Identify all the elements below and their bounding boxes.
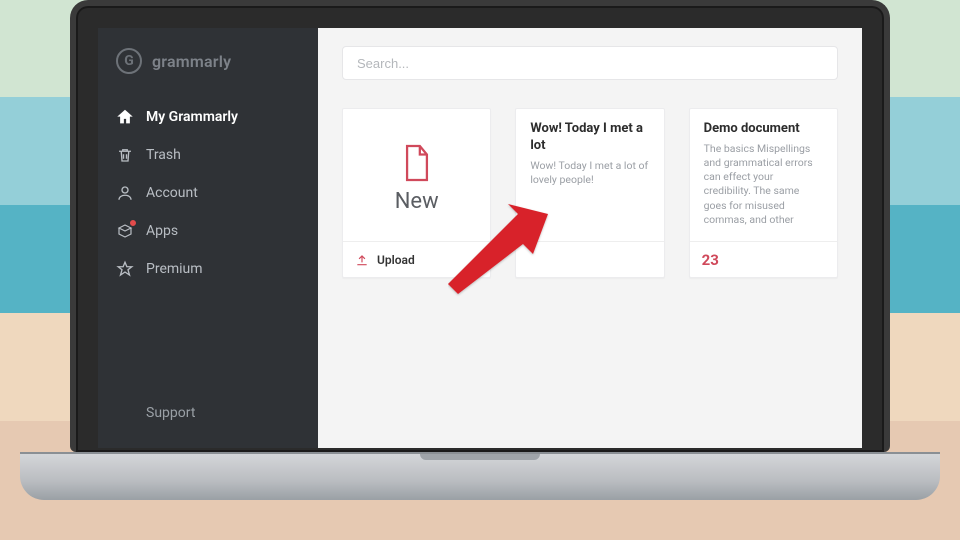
apps-icon bbox=[116, 222, 134, 240]
notification-badge bbox=[129, 219, 137, 227]
upload-label: Upload bbox=[377, 253, 415, 267]
sidebar-item-support[interactable]: Support bbox=[98, 390, 318, 436]
sidebar-item-label: Apps bbox=[146, 223, 178, 239]
trash-icon bbox=[116, 146, 134, 164]
sidebar-item-label: My Grammarly bbox=[146, 109, 238, 125]
main-area: New Upload bbox=[318, 28, 862, 448]
sidebar-item-trash[interactable]: Trash bbox=[98, 136, 318, 174]
document-snippet: Wow! Today I met a lot of lovely people! bbox=[530, 159, 649, 187]
sidebar-item-premium[interactable]: Premium bbox=[98, 250, 318, 288]
new-card-body: New bbox=[343, 109, 490, 241]
sidebar-item-label: Premium bbox=[146, 261, 203, 277]
document-cards: New Upload bbox=[342, 108, 838, 278]
laptop-bezel: G grammarly My Grammarly Trash bbox=[70, 0, 890, 452]
new-document-card[interactable]: New Upload bbox=[342, 108, 491, 278]
new-document-icon bbox=[400, 143, 434, 183]
laptop-frame: G grammarly My Grammarly Trash bbox=[70, 0, 890, 500]
document-card[interactable]: Wow! Today I met a lot Wow! Today I met … bbox=[515, 108, 664, 278]
sidebar-nav: My Grammarly Trash Account bbox=[98, 98, 318, 288]
brand: G grammarly bbox=[98, 48, 318, 98]
sidebar-item-account[interactable]: Account bbox=[98, 174, 318, 212]
document-footer bbox=[516, 241, 663, 277]
sidebar-item-my-grammarly[interactable]: My Grammarly bbox=[98, 98, 318, 136]
upload-icon bbox=[355, 253, 369, 267]
document-footer: 23 bbox=[690, 241, 837, 277]
sidebar-item-label: Account bbox=[146, 185, 198, 201]
brand-name: grammarly bbox=[152, 52, 231, 71]
new-label: New bbox=[395, 189, 439, 214]
star-icon bbox=[116, 260, 134, 278]
document-title: Demo document bbox=[704, 121, 823, 138]
app-window: G grammarly My Grammarly Trash bbox=[98, 28, 862, 448]
document-title: Wow! Today I met a lot bbox=[530, 121, 649, 155]
account-icon bbox=[116, 184, 134, 202]
help-icon bbox=[116, 402, 134, 424]
upload-button[interactable]: Upload bbox=[343, 241, 490, 277]
document-card[interactable]: Demo document The basics Mispellings and… bbox=[689, 108, 838, 278]
sidebar: G grammarly My Grammarly Trash bbox=[98, 28, 318, 448]
sidebar-item-label: Trash bbox=[146, 147, 181, 163]
search-input[interactable] bbox=[342, 46, 838, 80]
support-label: Support bbox=[146, 405, 195, 421]
home-icon bbox=[116, 108, 134, 126]
sidebar-item-apps[interactable]: Apps bbox=[98, 212, 318, 250]
laptop-notch bbox=[420, 454, 540, 460]
grammarly-logo-icon: G bbox=[116, 48, 142, 74]
document-snippet: The basics Mispellings and grammatical e… bbox=[704, 142, 823, 227]
issues-count: 23 bbox=[702, 251, 719, 269]
